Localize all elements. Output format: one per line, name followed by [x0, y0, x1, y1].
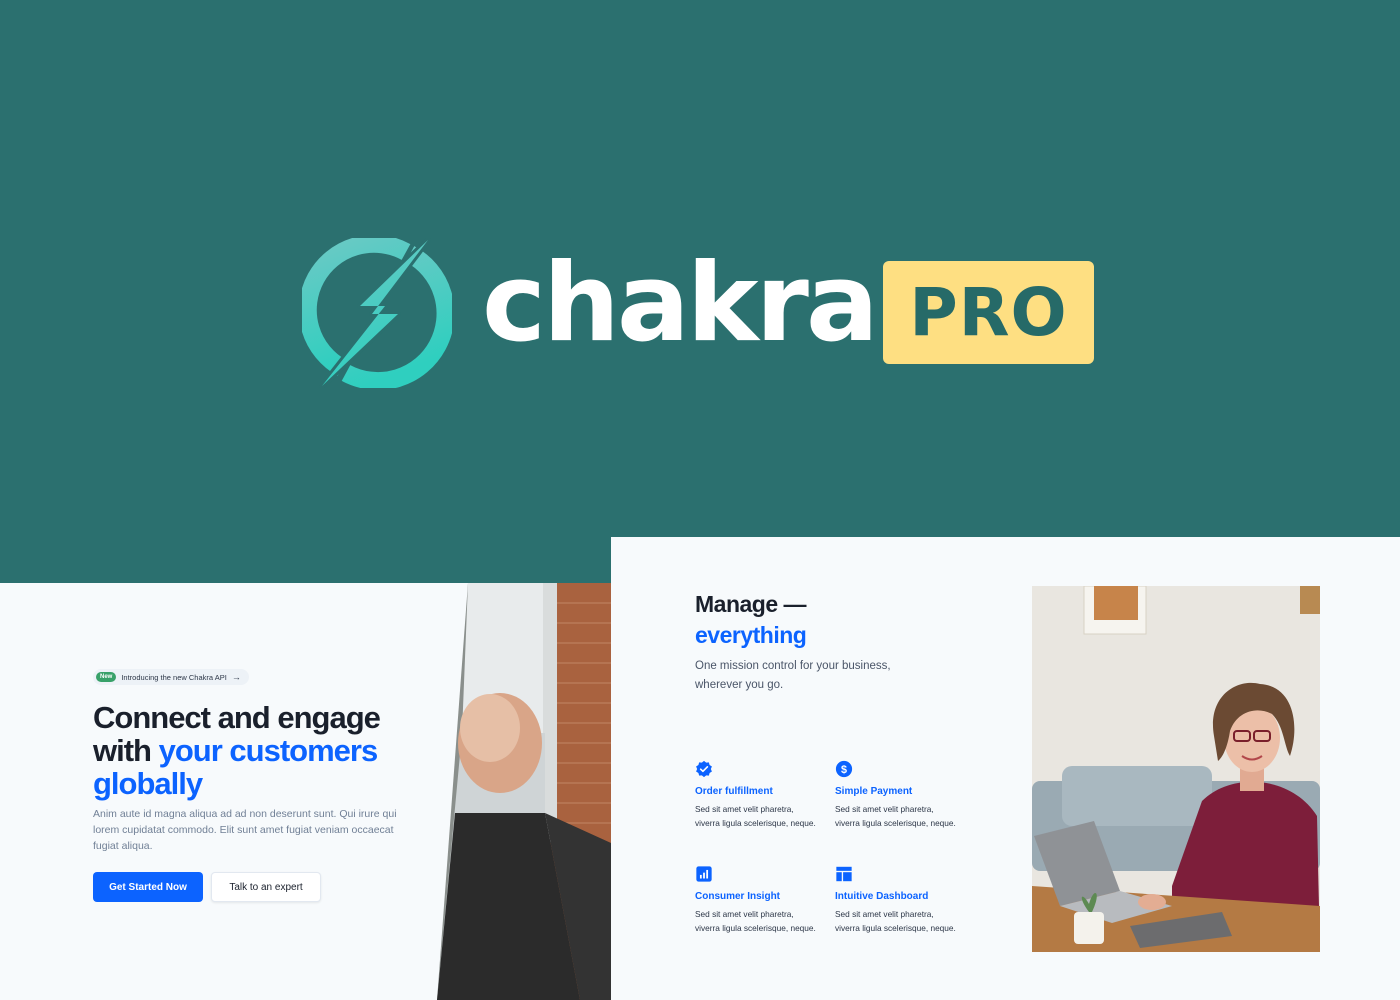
- hero-preview-card: New Introducing the new Chakra API → Con…: [0, 583, 611, 1000]
- feature-simple-payment: $ Simple Payment Sed sit amet velit phar…: [835, 760, 960, 830]
- feature-order-fulfillment: Order fulfillment Sed sit amet velit pha…: [695, 760, 820, 830]
- features-heading-accent: everything: [695, 622, 807, 648]
- features-heading: Manage — everything: [695, 589, 995, 651]
- feature-consumer-insight: Consumer Insight Sed sit amet velit phar…: [695, 865, 820, 935]
- features-preview-card: Manage — everything One mission control …: [611, 537, 1400, 1000]
- feature-intuitive-dashboard: Intuitive Dashboard Sed sit amet velit p…: [835, 865, 960, 935]
- feature-text: Sed sit amet velit pharetra, viverra lig…: [695, 804, 816, 828]
- bar-chart-icon: [696, 866, 712, 882]
- svg-text:$: $: [841, 764, 847, 776]
- arrow-right-icon: →: [231, 672, 241, 682]
- check-badge-icon: [696, 760, 712, 778]
- announcement-text: Introducing the new Chakra API: [121, 672, 227, 682]
- lightning-bolt-logo-icon: [302, 238, 452, 388]
- announcement-pill[interactable]: New Introducing the new Chakra API →: [93, 669, 249, 685]
- get-started-button[interactable]: Get Started Now: [93, 872, 203, 902]
- chakra-pro-logo: chakra PRO: [302, 238, 1102, 388]
- feature-name: Consumer Insight: [695, 891, 781, 902]
- talk-to-expert-button[interactable]: Talk to an expert: [211, 872, 321, 902]
- feature-name: Simple Payment: [835, 786, 913, 797]
- dashboard-icon: [836, 866, 852, 882]
- feature-text: Sed sit amet velit pharetra, viverra lig…: [835, 804, 956, 828]
- feature-name: Intuitive Dashboard: [835, 891, 929, 902]
- features-heading-text: Manage —: [695, 591, 807, 617]
- feature-name: Order fulfillment: [695, 786, 773, 797]
- hero-heading: Connect and engage with your customers g…: [93, 701, 443, 800]
- features-description: One mission control for your business, w…: [695, 660, 891, 691]
- new-tag-badge: New: [96, 672, 117, 682]
- pro-badge: PRO: [883, 261, 1094, 364]
- hero-description: Anim aute id magna aliqua ad ad non dese…: [93, 808, 397, 852]
- feature-text: Sed sit amet velit pharetra, viverra lig…: [695, 909, 816, 933]
- feature-text: Sed sit amet velit pharetra, viverra lig…: [835, 909, 956, 933]
- woman-with-laptop-photo: [1032, 586, 1320, 952]
- logo-wordmark: chakra: [482, 241, 879, 366]
- dollar-icon: $: [835, 760, 853, 778]
